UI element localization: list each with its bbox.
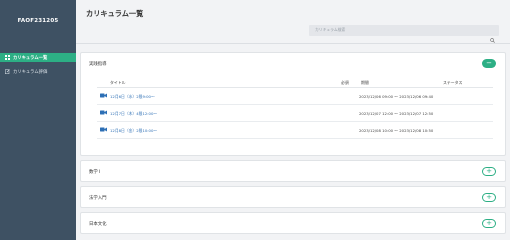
table-header: タイトル 必須 期間 ステータス	[97, 77, 493, 88]
column-period: 期間	[361, 80, 369, 85]
plus-icon: +	[486, 167, 492, 175]
card-title: 日本文化	[89, 222, 107, 227]
column-status: ステータス	[443, 80, 463, 85]
sidebar: FAOF231205 カリキュラム一覧 カリキュラム評価	[0, 0, 76, 240]
search-input[interactable]: カリキュラム検索	[309, 25, 499, 43]
sidebar-item-curriculum-list[interactable]: カリキュラム一覧	[0, 53, 76, 62]
main-content: カリキュラム一覧 カリキュラム検索 実践指導 − タイトル 必須 期間 ステータ…	[76, 0, 510, 240]
curriculum-card: 日本文化 +	[80, 212, 506, 234]
video-camera-icon	[100, 93, 107, 98]
column-title: タイトル	[110, 80, 126, 85]
search-placeholder: カリキュラム検索	[315, 27, 346, 32]
curriculum-card: 数学 I +	[80, 160, 506, 182]
minus-icon: −	[486, 59, 492, 67]
column-required: 必須	[341, 80, 349, 85]
video-camera-icon	[100, 127, 107, 132]
brand-title: FAOF231205	[17, 18, 59, 24]
lesson-period: 2023/12/07 12:00 ～ 2023/12/07 12:50	[359, 110, 434, 116]
lesson-period: 2023/12/06 09:00 ～ 2023/12/06 09:40	[359, 93, 434, 99]
sidebar-item-curriculum-evaluation[interactable]: カリキュラム評価	[0, 67, 76, 76]
card-title: 数学 I	[89, 170, 101, 175]
table-row[interactable]: 12月6日（水）2限9:00～ 2023/12/06 09:00 ～ 2023/…	[97, 88, 493, 105]
lesson-title-link[interactable]: 12月7日（木）4限12:00～	[110, 111, 157, 117]
table-row[interactable]: 12月8日（金）2限10:00～ 2023/12/08 10:00 ～ 2023…	[97, 122, 493, 139]
sidebar-item-label: カリキュラム一覧	[13, 55, 48, 61]
lesson-title-link[interactable]: 12月6日（水）2限9:00～	[110, 94, 155, 100]
lesson-title-link[interactable]: 12月8日（金）2限10:00～	[110, 128, 157, 134]
lesson-period: 2023/12/08 10:00 ～ 2023/12/08 10:50	[359, 127, 434, 133]
sidebar-item-label: カリキュラム評価	[13, 69, 48, 75]
card-title: 実践指導	[89, 62, 107, 67]
grid-icon	[5, 55, 10, 60]
header-divider	[76, 43, 510, 44]
edit-icon	[5, 69, 10, 74]
expand-button[interactable]: +	[482, 193, 496, 202]
collapse-button[interactable]: −	[482, 59, 496, 68]
expand-button[interactable]: +	[482, 167, 496, 176]
card-title: 法学入門	[89, 196, 107, 201]
curriculum-card: 実践指導 − タイトル 必須 期間 ステータス 12月6日（水）2限9:00～ …	[80, 52, 506, 156]
plus-icon: +	[486, 193, 492, 201]
video-camera-icon	[100, 110, 107, 115]
page-title: カリキュラム一覧	[86, 9, 144, 18]
search-icon[interactable]	[490, 28, 495, 43]
lesson-table: タイトル 必須 期間 ステータス 12月6日（水）2限9:00～ 2023/12…	[97, 77, 493, 139]
table-row[interactable]: 12月7日（木）4限12:00～ 2023/12/07 12:00 ～ 2023…	[97, 105, 493, 122]
plus-icon: +	[486, 219, 492, 227]
curriculum-card: 法学入門 +	[80, 186, 506, 208]
expand-button[interactable]: +	[482, 219, 496, 228]
